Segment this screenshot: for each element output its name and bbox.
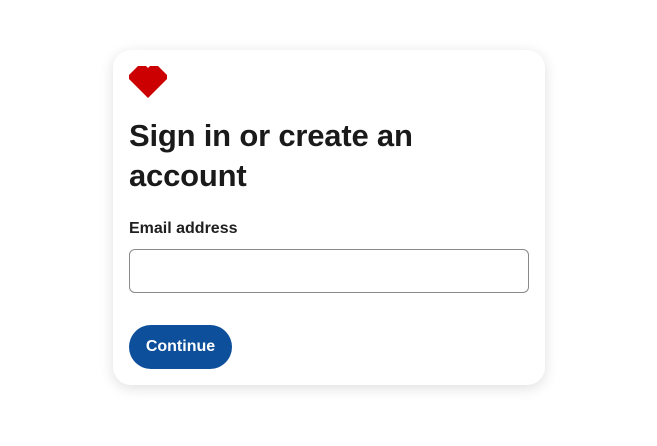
continue-button[interactable]: Continue <box>129 325 232 369</box>
sign-in-card: Sign in or create an account Email addre… <box>113 50 545 385</box>
page-title: Sign in or create an account <box>129 118 413 193</box>
email-field[interactable] <box>129 249 529 293</box>
email-label: Email address <box>129 220 238 237</box>
heart-icon <box>129 66 167 98</box>
